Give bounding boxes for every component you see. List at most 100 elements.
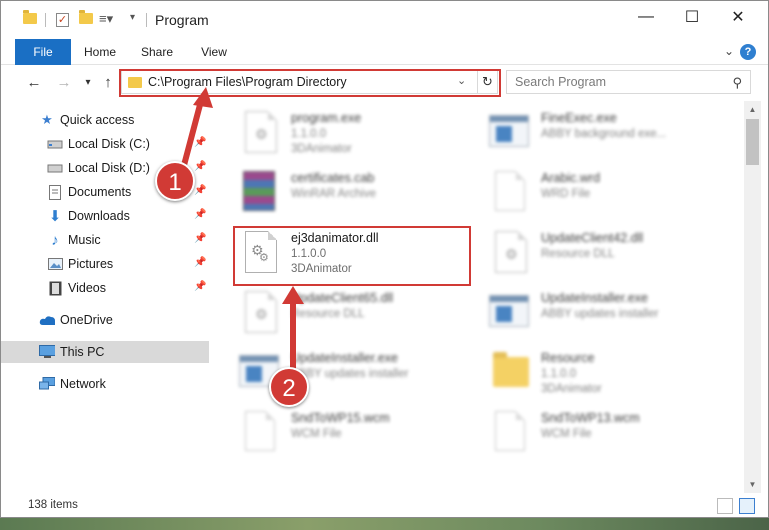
file-description: ABBY updates installer xyxy=(291,368,409,380)
address-bar[interactable]: C:\Program Files\Program Directory ⌄ ↻ xyxy=(121,70,498,94)
cloud-icon xyxy=(39,312,55,328)
tab-home[interactable]: Home xyxy=(77,39,123,65)
dll-file-icon: ⚙ xyxy=(487,229,529,275)
vertical-scrollbar[interactable]: ▲ ▼ xyxy=(744,101,761,493)
forward-button[interactable]: → xyxy=(55,74,73,92)
sidebar-item-label: Local Disk (D:) xyxy=(68,161,150,175)
minimize-button[interactable]: — xyxy=(623,1,669,33)
sidebar-item-pictures[interactable]: Pictures 📌 xyxy=(1,253,209,275)
pin-icon[interactable]: 📌 xyxy=(194,161,206,172)
explorer-window: ✓ ≡▾ ▾ Program — ☐ ✕ File Home Share Vie… xyxy=(0,0,769,518)
pin-icon[interactable]: 📌 xyxy=(194,281,206,292)
file-type: WCM File xyxy=(291,428,342,440)
file-name: Resource xyxy=(541,351,595,365)
title-separator xyxy=(146,13,147,27)
title-bar: ✓ ≡▾ ▾ Program — ☐ ✕ xyxy=(1,1,768,39)
file-item-ej3danimator[interactable]: ⚙ ⚙ ej3danimator.dll 1.1.0.0 3DAnimator xyxy=(231,225,471,285)
sidebar-item-label: Quick access xyxy=(60,113,135,127)
quick-access-dropdown[interactable]: ▾ xyxy=(130,12,135,23)
dll-file-icon: ⚙ xyxy=(237,289,279,335)
sidebar-item-this-pc[interactable]: This PC xyxy=(1,341,209,363)
pin-icon[interactable]: 📌 xyxy=(194,137,206,148)
scroll-thumb[interactable] xyxy=(746,119,759,165)
navigation-bar: ← → ▾ ↑ C:\Program Files\Program Directo… xyxy=(1,65,768,101)
file-type: WCM File xyxy=(541,428,592,440)
customize-icon[interactable]: ≡▾ xyxy=(99,11,113,27)
file-item[interactable]: ⚙ UpdateClient65.dll Resource DLL xyxy=(231,285,471,345)
documents-icon xyxy=(47,184,63,200)
file-description: 3DAnimator xyxy=(291,263,352,275)
sidebar-item-videos[interactable]: Videos 📌 xyxy=(1,277,209,299)
file-item[interactable]: FineExec.exe ABBY background exe... xyxy=(481,105,721,165)
expand-ribbon-icon[interactable]: ⌄ xyxy=(724,44,734,58)
file-type: WinRAR Archive xyxy=(291,188,376,200)
file-version: 1.1.0.0 xyxy=(291,248,327,260)
file-list: ⚙ program.exe 1.1.0.0 3DAnimator FineExe… xyxy=(211,101,744,493)
help-button[interactable]: ? xyxy=(740,44,756,60)
search-icon[interactable]: ⚲ xyxy=(732,75,742,91)
tab-file[interactable]: File xyxy=(15,39,71,65)
dll-file-icon: ⚙ ⚙ xyxy=(237,229,279,275)
properties-button[interactable]: ✓ xyxy=(56,13,69,27)
pictures-icon xyxy=(47,256,63,272)
folder-icon xyxy=(23,10,37,24)
sidebar-item-label: Network xyxy=(60,377,106,391)
file-name: certificates.cab xyxy=(291,171,375,185)
document-icon xyxy=(487,169,529,215)
new-folder-button[interactable] xyxy=(79,10,93,24)
file-item[interactable]: ⚙ program.exe 1.1.0.0 3DAnimator xyxy=(231,105,471,165)
application-icon xyxy=(487,109,529,155)
annotation-badge-2: 2 xyxy=(269,367,309,407)
search-input[interactable]: Search Program xyxy=(515,75,606,89)
scroll-down-icon[interactable]: ▼ xyxy=(744,476,761,493)
sidebar-item-label: Music xyxy=(68,233,101,247)
desktop-background xyxy=(0,518,769,530)
file-item[interactable]: Resource 1.1.0.0 3DAnimator xyxy=(481,345,721,405)
up-button[interactable]: ↑ xyxy=(99,74,117,92)
sidebar-item-onedrive[interactable]: OneDrive xyxy=(1,309,209,331)
file-item[interactable]: SndToWP13.wcm WCM File xyxy=(481,405,721,465)
tab-share[interactable]: Share xyxy=(133,39,181,65)
application-icon xyxy=(487,289,529,335)
sidebar-item-local-disk-c[interactable]: Local Disk (C:) 📌 xyxy=(1,133,209,155)
computer-icon xyxy=(39,344,55,360)
sidebar-item-label: Downloads xyxy=(68,209,130,223)
file-version: 1.1.0.0 xyxy=(541,368,577,380)
folder-icon xyxy=(128,77,142,88)
refresh-icon[interactable]: ↻ xyxy=(477,71,497,93)
file-item[interactable]: UpdateInstaller.exe ABBY updates install… xyxy=(231,345,471,405)
file-name: Arabic.wrd xyxy=(541,171,601,185)
search-box[interactable]: Search Program ⚲ xyxy=(506,70,751,94)
sidebar-item-quick-access[interactable]: ★ Quick access xyxy=(1,109,209,131)
sidebar-item-label: Local Disk (C:) xyxy=(68,137,150,151)
sidebar-item-downloads[interactable]: ⬇ Downloads 📌 xyxy=(1,205,209,227)
pin-icon[interactable]: 📌 xyxy=(194,257,206,268)
sidebar-item-music[interactable]: ♪ Music 📌 xyxy=(1,229,209,251)
details-view-button[interactable] xyxy=(717,498,733,514)
scroll-up-icon[interactable]: ▲ xyxy=(744,101,761,118)
large-icons-view-button[interactable] xyxy=(739,498,755,514)
sidebar-item-label: Documents xyxy=(68,185,132,199)
file-name: UpdateClient65.dll xyxy=(291,291,394,305)
file-item[interactable]: UpdateInstaller.exe ABBY updates install… xyxy=(481,285,721,345)
address-dropdown-icon[interactable]: ⌄ xyxy=(457,74,466,87)
file-item[interactable]: Arabic.wrd WRD File xyxy=(481,165,721,225)
file-item[interactable]: certificates.cab WinRAR Archive xyxy=(231,165,471,225)
recent-locations-button[interactable]: ▾ xyxy=(79,74,97,92)
back-button[interactable]: ← xyxy=(25,74,43,92)
pin-icon[interactable]: 📌 xyxy=(194,209,206,220)
file-description: ABBY updates installer xyxy=(541,308,659,320)
file-description: 3DAnimator xyxy=(541,383,602,395)
close-button[interactable]: ✕ xyxy=(715,1,761,33)
tab-view[interactable]: View xyxy=(191,39,237,65)
file-item[interactable]: ⚙ UpdateClient42.dll Resource DLL xyxy=(481,225,721,285)
maximize-button[interactable]: ☐ xyxy=(669,1,715,33)
sidebar-item-network[interactable]: Network xyxy=(1,373,209,395)
star-icon: ★ xyxy=(41,112,53,127)
file-item[interactable]: SndToWP15.wcm WCM File xyxy=(231,405,471,465)
address-path[interactable]: C:\Program Files\Program Directory xyxy=(148,75,347,89)
exe-file-icon: ⚙ xyxy=(237,109,279,155)
pin-icon[interactable]: 📌 xyxy=(194,185,206,196)
file-type: Resource DLL xyxy=(291,308,365,320)
pin-icon[interactable]: 📌 xyxy=(194,233,206,244)
